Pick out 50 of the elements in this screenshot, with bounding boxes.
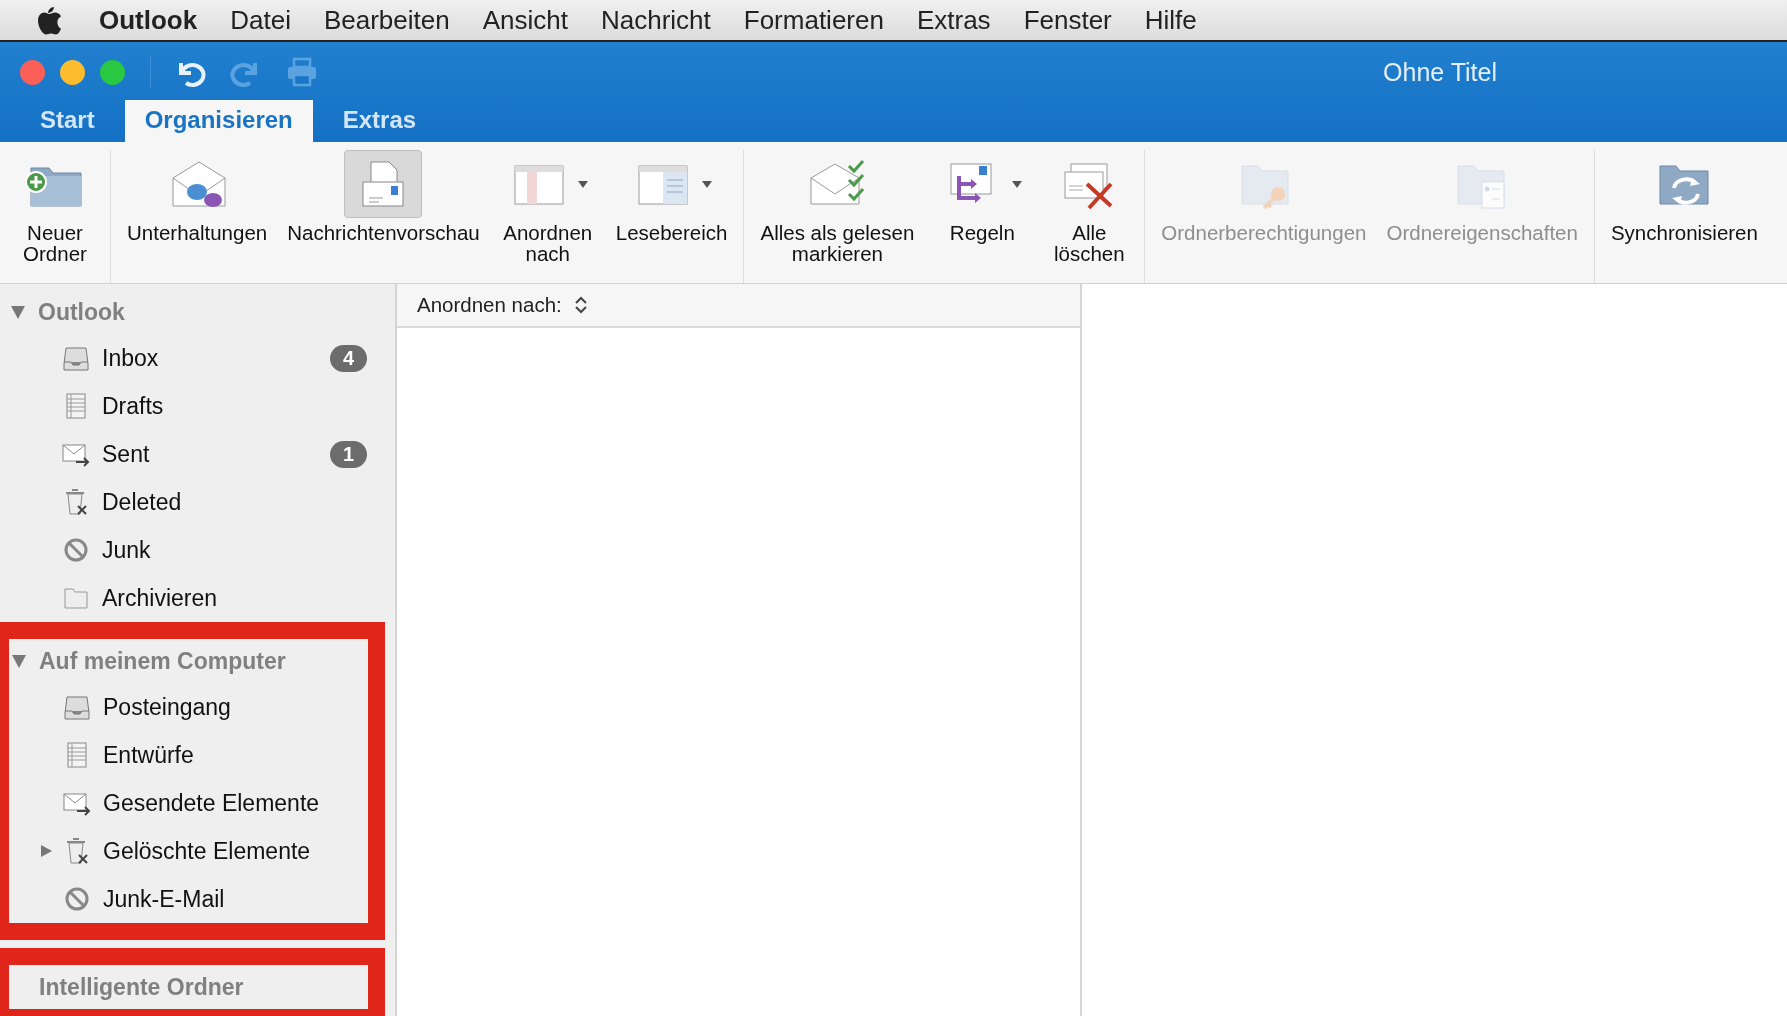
folder-item[interactable]: Junk xyxy=(102,536,151,564)
unread-count: 1 xyxy=(329,440,367,468)
ribbon-button[interactable]: Anordnen nach xyxy=(495,150,600,264)
disclosure-triangle-icon[interactable] xyxy=(10,304,26,320)
unread-count: 4 xyxy=(329,344,367,372)
folder-item[interactable]: Gelöschte Elemente xyxy=(103,837,311,865)
ribbon-button[interactable]: Synchronisieren xyxy=(1606,150,1762,243)
prohibited-icon xyxy=(62,536,90,564)
menu-item[interactable]: Extras xyxy=(916,4,991,36)
folder-item[interactable]: Deleted xyxy=(102,488,182,516)
menu-item[interactable]: Datei xyxy=(230,4,291,36)
prohibited-icon xyxy=(63,885,91,913)
inbox-icon xyxy=(62,344,90,372)
folder-item[interactable]: Gesendete Elemente xyxy=(103,789,320,817)
ribbon-button[interactable]: Alles als gelesen markieren xyxy=(756,150,919,264)
caret-icon[interactable] xyxy=(700,179,713,189)
menu-item[interactable]: Hilfe xyxy=(1144,4,1197,36)
ribbon-tab[interactable]: Extras xyxy=(322,100,437,142)
ribbon-button[interactable]: Alle löschen xyxy=(1046,150,1133,264)
window-title: Ohne Titel xyxy=(1383,57,1497,87)
minimize-button[interactable] xyxy=(60,59,85,85)
menu-item[interactable]: Formatieren xyxy=(743,4,884,36)
folder-item[interactable]: Archivieren xyxy=(102,584,218,612)
folder-item[interactable]: Junk-E-Mail xyxy=(103,885,225,913)
menu-item[interactable]: Nachricht xyxy=(600,4,711,36)
inbox-icon xyxy=(63,693,91,721)
ribbon-tab[interactable]: Organisieren xyxy=(124,100,313,142)
apple-logo-icon[interactable] xyxy=(36,5,62,35)
menu-item[interactable]: Ansicht xyxy=(482,4,568,36)
sort-label[interactable]: Anordnen nach: xyxy=(417,293,562,317)
ribbon-button[interactable]: Neuer Ordner xyxy=(12,150,98,264)
ribbon-button[interactable]: Lesebereich xyxy=(611,150,732,243)
disclosure-triangle-icon[interactable] xyxy=(11,653,27,669)
ribbon-button[interactable]: Unterhaltungen xyxy=(123,150,272,243)
ribbon-button[interactable]: Regeln xyxy=(930,150,1035,243)
folder-item[interactable]: Entwürfe xyxy=(103,741,194,769)
menu-item[interactable]: Bearbeiten xyxy=(323,4,450,36)
folder-item[interactable]: Inbox xyxy=(102,344,159,372)
caret-icon[interactable] xyxy=(576,179,589,189)
caret-icon[interactable] xyxy=(1011,179,1024,189)
ribbon-button[interactable]: Nachrichtenvorschau xyxy=(283,150,484,243)
sort-updown-icon[interactable] xyxy=(573,295,588,315)
folder-item[interactable]: Drafts xyxy=(102,392,164,420)
disclosure-triangle-icon[interactable] xyxy=(39,844,53,858)
ribbon-tab[interactable]: Start xyxy=(20,100,115,142)
menu-item[interactable]: Fenster xyxy=(1023,4,1112,36)
folder-item[interactable]: Sent xyxy=(102,440,150,468)
menu-app-name[interactable]: Outlook xyxy=(99,4,198,36)
zoom-button[interactable] xyxy=(100,59,125,85)
folder-item[interactable]: Posteingang xyxy=(103,693,231,721)
